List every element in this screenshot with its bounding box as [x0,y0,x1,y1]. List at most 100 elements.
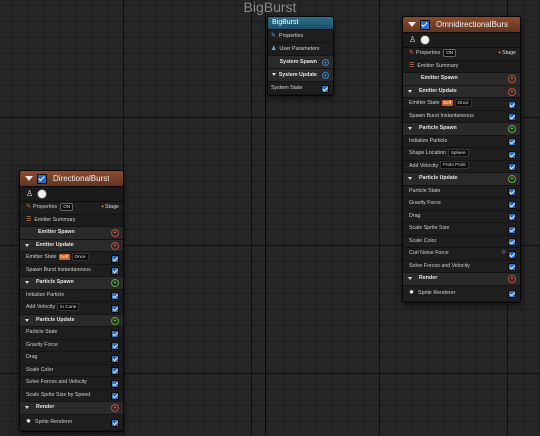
module-row[interactable]: Drag [20,352,123,365]
enable-checkbox[interactable] [37,173,47,184]
module-row[interactable]: Scale Color [403,235,520,248]
value-field[interactable]: From Point [440,161,469,170]
enable-checkbox[interactable] [508,225,516,234]
emitter-title[interactable]: DirectionalBurst [53,174,109,183]
enable-checkbox[interactable] [508,213,516,221]
add-module-icon[interactable]: + [111,316,119,325]
emitter-title[interactable]: OmnidirectionalBurs [436,20,508,29]
module-row[interactable]: Solve Forces and Velocity [20,377,123,390]
particle-update-row[interactable]: Particle Update + [20,314,123,327]
add-module-icon[interactable]: + [508,87,516,96]
module-row[interactable]: Initialize Particle [403,135,520,148]
module-row[interactable]: Gravity Force [403,198,520,211]
system-node[interactable]: BigBurst ✎ Properties ♟ User Parameters Sy… [267,16,334,96]
module-row[interactable]: Emitter State Self Once [403,98,520,111]
emitter-update-row[interactable]: Emitter Update + [403,85,520,98]
collapse-icon[interactable] [25,176,33,181]
render-row[interactable]: Render + [403,273,520,286]
module-row[interactable]: Solve Forces and Velocity [403,260,520,273]
add-module-icon[interactable]: + [111,404,119,412]
module-row[interactable]: Emitter State Self Once [20,252,123,265]
isolate-icon[interactable]: ♙ [26,190,33,198]
collapse-icon[interactable] [408,22,416,27]
collapse-icon[interactable] [408,177,412,180]
particle-spawn-row[interactable]: Particle Spawn + [403,123,520,136]
system-update-row[interactable]: System Update + [268,69,333,82]
emitter-node-omnidirectional[interactable]: OmnidirectionalBurs ♙ ✎ Properties ON +Sta… [402,16,521,303]
emitter-header[interactable]: DirectionalBurst [20,171,123,187]
add-module-icon[interactable]: + [508,275,516,283]
emitter-summary-row[interactable]: ☰ Emitter Summary [403,60,520,73]
enable-checkbox[interactable] [111,379,119,388]
add-module-icon[interactable]: + [508,75,516,83]
enable-checkbox[interactable] [508,263,516,271]
enable-checkbox[interactable] [111,267,119,275]
module-row[interactable]: Gravity Force [20,339,123,352]
module-row[interactable]: Curl Noise Force ⟐ [403,248,520,261]
emitter-spawn-row[interactable]: Emitter Spawn + [403,73,520,86]
stage-button[interactable]: +Stage [498,48,516,60]
enable-checkbox[interactable] [111,329,119,338]
module-row[interactable]: Spawn Burst Instantaneous [20,264,123,277]
add-module-icon[interactable]: + [111,229,119,237]
add-module-icon[interactable]: + [322,72,329,79]
enable-checkbox[interactable] [111,292,119,300]
system-properties-row[interactable]: ✎ Properties [268,30,333,43]
stage-button[interactable]: +Stage [101,202,119,214]
enable-checkbox[interactable] [508,100,516,109]
module-row[interactable]: ✸ Sprite Renderer [403,285,520,302]
properties-row[interactable]: ✎ Properties ON +Stage [20,202,123,215]
collapse-icon[interactable] [25,406,29,409]
system-user-parameters-row[interactable]: ♟ User Parameters [268,43,333,56]
enable-checkbox[interactable] [321,85,329,93]
collapse-icon[interactable] [408,89,412,93]
enable-checkbox[interactable] [508,138,516,146]
add-module-icon[interactable]: + [111,241,119,250]
render-row[interactable]: Render + [20,402,123,415]
add-module-icon[interactable]: + [111,279,119,287]
add-module-icon[interactable]: + [322,59,329,66]
properties-row[interactable]: ✎ Properties ON +Stage [403,48,520,61]
enable-checkbox[interactable] [111,392,119,400]
collapse-icon[interactable] [25,281,29,284]
enable-checkbox[interactable] [508,238,516,246]
module-row[interactable]: Spawn Burst Instantaneous [403,110,520,123]
enable-checkbox[interactable] [420,19,430,30]
add-module-icon[interactable]: + [508,175,516,183]
collapse-icon[interactable] [272,73,276,76]
value-field[interactable]: Sphere [447,148,469,157]
module-row[interactable]: Scale Sprite Size by Speed [20,389,123,402]
on-toggle[interactable]: ON [443,48,457,57]
enable-checkbox[interactable] [508,188,516,196]
module-row[interactable]: Shape Location Sphere [403,148,520,161]
enable-checkbox[interactable] [508,250,516,259]
enable-checkbox[interactable] [508,290,516,298]
enable-checkbox[interactable] [111,419,119,427]
collapse-icon[interactable] [408,277,412,280]
link-icon[interactable]: ⟐ [501,248,506,260]
system-state-row[interactable]: System State [268,82,333,95]
enable-checkbox[interactable] [508,163,516,171]
on-toggle[interactable]: ON [60,202,74,211]
system-node-title[interactable]: BigBurst [268,17,333,30]
emitter-spawn-row[interactable]: Emitter Spawn + [20,227,123,240]
add-module-icon[interactable]: + [508,125,516,133]
enable-checkbox[interactable] [111,367,119,375]
enable-checkbox[interactable] [508,113,516,121]
module-row[interactable]: Add Velocity From Point [403,160,520,173]
emitter-node-directional[interactable]: DirectionalBurst ♙ ✎ Properties ON +Stage … [19,170,124,432]
enable-checkbox[interactable] [111,342,119,350]
collapse-icon[interactable] [25,318,29,322]
emitter-update-row[interactable]: Emitter Update + [20,239,123,252]
enable-checkbox[interactable] [111,304,119,313]
collapse-icon[interactable] [25,243,29,247]
module-row[interactable]: Particle State [20,327,123,340]
particle-spawn-row[interactable]: Particle Spawn + [20,277,123,290]
module-row[interactable]: Scale Sprite Size [403,223,520,236]
isolate-icon[interactable]: ♙ [409,36,416,44]
module-row[interactable]: Add Velocity In Cone [20,302,123,315]
emitter-summary-row[interactable]: ☰ Emitter Summary [20,214,123,227]
value-field[interactable]: Once [454,98,472,107]
module-row[interactable]: Drag [403,210,520,223]
enable-checkbox[interactable] [508,200,516,209]
